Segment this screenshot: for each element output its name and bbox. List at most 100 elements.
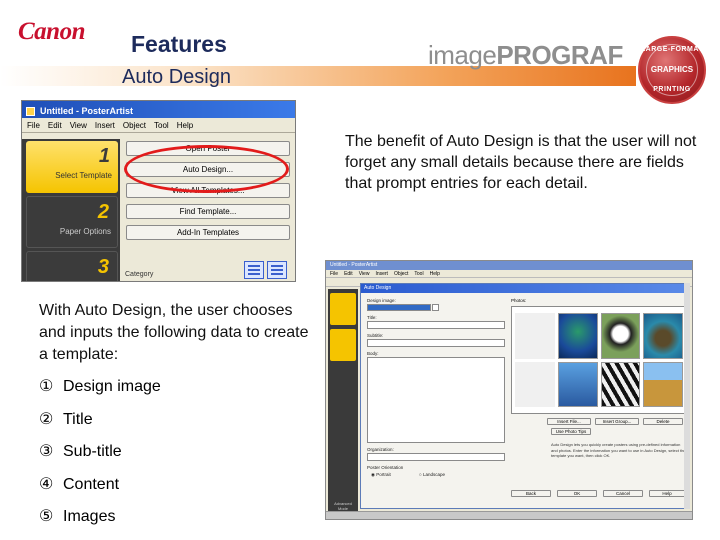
thumbnail-view-icon[interactable] (267, 261, 287, 279)
badge-bottom-text: PRINTING (653, 86, 691, 93)
list-label: Title (63, 410, 93, 428)
photos-label: Photos: (511, 298, 527, 303)
step-number: 1 (98, 145, 110, 167)
photo-panda[interactable] (600, 313, 641, 359)
title-input[interactable] (367, 321, 505, 329)
body-textarea[interactable] (367, 357, 505, 443)
auto-design-dialog-screenshot: Untitled - PosterArtist File Edit View I… (325, 260, 693, 520)
subtitle-input[interactable] (367, 339, 505, 347)
list-view-icon[interactable] (244, 261, 264, 279)
list-label: Design image (63, 378, 161, 395)
app-icon (26, 106, 35, 116)
menu-file[interactable]: File (27, 121, 40, 132)
menu-help[interactable]: Help (177, 121, 193, 132)
landscape-label: Landscape (422, 472, 445, 477)
menu-view[interactable]: View (70, 121, 87, 132)
badge-top-text: LARGE-FORMAT (640, 46, 704, 53)
list-label: Images (63, 508, 116, 525)
insert-group-button[interactable]: Insert Group... (595, 418, 639, 425)
photo-dolphin[interactable] (557, 361, 598, 407)
status-bar (326, 511, 692, 519)
logo-light-part: image (428, 40, 497, 70)
imageprograf-logo: imagePROGRAF (428, 40, 623, 71)
list-marker: ② (39, 410, 54, 428)
window-titlebar: Untitled - PosterArtist (22, 101, 295, 118)
menu-edit[interactable]: Edit (48, 121, 62, 132)
menu-object[interactable]: Object (123, 121, 146, 132)
insert-file-button[interactable]: Insert File... (547, 418, 591, 425)
cancel-button[interactable]: Cancel (603, 490, 643, 497)
step-two-tile[interactable] (330, 329, 356, 361)
organization-input[interactable] (367, 453, 505, 461)
data-item-list: ① Design image ② Title ③ Sub-title ④ Content… (39, 376, 161, 539)
photo-zebra[interactable] (600, 361, 641, 407)
category-label: Category (125, 271, 154, 278)
large-format-graphics-badge: LARGE-FORMAT GRAPHICS PRINTING (638, 36, 706, 104)
window-titlebar: Untitled - PosterArtist (326, 261, 692, 270)
chevron-down-icon[interactable] (432, 304, 439, 311)
list-item: ① Design image (39, 376, 161, 409)
list-item: ② Title (39, 409, 161, 442)
logo-bold-part: PROGRAF (496, 40, 623, 70)
list-item: ④ Content (39, 474, 161, 507)
design-image-select[interactable] (367, 304, 431, 311)
step-panel: 1 Select Template 2 Paper Options 3 (22, 139, 120, 281)
badge-middle-text: GRAPHICS (650, 65, 694, 74)
vertical-scrollbar[interactable] (684, 283, 690, 509)
step-one-tile[interactable] (330, 293, 356, 325)
list-marker: ④ (39, 475, 54, 493)
intro-paragraph: With Auto Design, the user chooses and i… (39, 302, 309, 363)
step-select-template[interactable]: 1 Select Template (26, 141, 118, 193)
dialog-title: Auto Design (361, 284, 689, 293)
photo-grid (511, 306, 687, 414)
menu-file[interactable]: File (330, 270, 338, 277)
organization-label: Organization: (367, 447, 394, 452)
step-label: Select Template (55, 171, 112, 180)
step-paper-options[interactable]: 2 Paper Options (26, 196, 118, 248)
photo-peacock[interactable] (557, 313, 598, 359)
ok-button[interactable]: OK (557, 490, 597, 497)
auto-design-highlight-ellipse (124, 145, 289, 193)
menu-tool[interactable]: Tool (414, 270, 423, 277)
step-three[interactable]: 3 (26, 251, 118, 281)
menu-view[interactable]: View (359, 270, 370, 277)
menu-insert[interactable]: Insert (95, 121, 115, 132)
empty-photo-slot (515, 361, 555, 407)
menu-insert[interactable]: Insert (375, 270, 388, 277)
step-label: Paper Options (59, 227, 111, 236)
delete-photo-button[interactable]: Delete (643, 418, 683, 425)
body-label: Body: (367, 351, 379, 356)
find-template-button[interactable]: Find Template... (126, 204, 290, 219)
portrait-radio[interactable]: ◉ Portrait (371, 472, 391, 478)
portrait-label: Portrait (376, 472, 391, 477)
photo-giraffe[interactable] (643, 361, 683, 407)
list-label: Sub-title (63, 443, 122, 460)
menu-edit[interactable]: Edit (344, 270, 353, 277)
add-in-templates-button[interactable]: Add-In Templates (126, 225, 290, 240)
menu-help[interactable]: Help (430, 270, 440, 277)
list-marker: ③ (39, 443, 54, 460)
step-panel: Advanced Mode (328, 289, 358, 517)
photo-sea-turtle[interactable] (643, 313, 683, 359)
view-mode-icons (244, 261, 287, 279)
menu-tool[interactable]: Tool (154, 121, 169, 132)
window-title: Untitled - PosterArtist (40, 106, 134, 116)
list-marker: ① (39, 378, 54, 395)
list-item: ⑤ Images (39, 506, 161, 539)
poster-orientation-label: Poster Orientation (367, 465, 404, 470)
menu-bar: File Edit View Insert Object Tool Help (22, 118, 295, 133)
advanced-mode-label[interactable]: Advanced Mode (331, 501, 355, 511)
help-button[interactable]: Help (649, 490, 685, 497)
list-label: Content (63, 475, 120, 493)
auto-design-description: Auto Design lets you quickly create post… (551, 442, 686, 458)
benefit-paragraph: The benefit of Auto Design is that the u… (345, 133, 697, 192)
list-marker: ⑤ (39, 508, 54, 525)
step-number: 3 (97, 256, 109, 278)
menu-object[interactable]: Object (394, 270, 408, 277)
section-title: Features (131, 31, 227, 57)
landscape-radio[interactable]: ○ Landscape (419, 472, 445, 477)
use-photo-tips-button[interactable]: Use Photo Tips (551, 428, 591, 435)
back-button[interactable]: Back (511, 490, 551, 497)
design-image-label: Design image: (367, 298, 396, 303)
step-number: 2 (97, 201, 109, 223)
